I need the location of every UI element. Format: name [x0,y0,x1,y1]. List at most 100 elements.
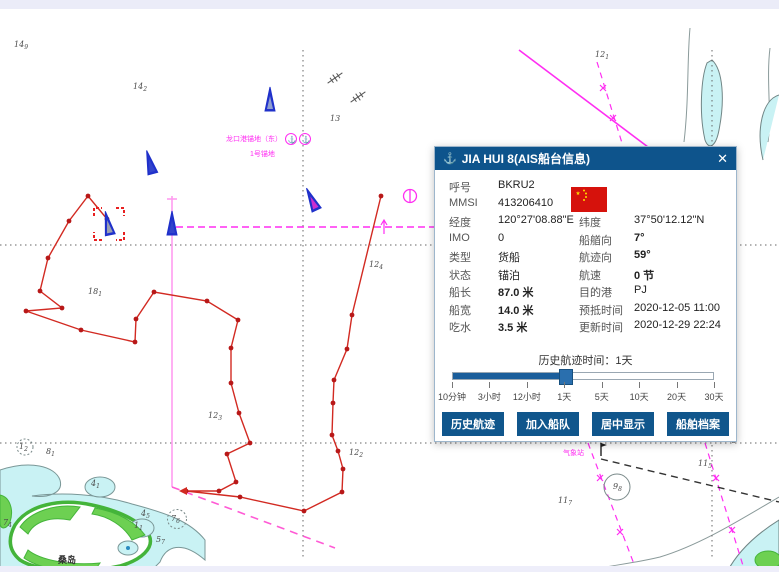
track-point[interactable] [217,489,222,494]
depth-sounding: 115 [698,459,712,470]
slider-label: 历史航迹时间：1天 [435,352,736,368]
field-label: IMO [449,232,470,244]
tick-label-4: 5天 [595,390,609,403]
field-label: 类型 [449,249,471,265]
track-point[interactable] [46,256,51,261]
bottom-strip [0,566,779,572]
place-label: 桑岛 [57,554,76,565]
station-icon [601,443,607,447]
info-row: 状态 锚泊 航速 0 节 [435,267,736,285]
field-label: 航速 [579,267,601,283]
field-value: 120°27'08.88"E [498,214,574,226]
field-label: 预抵时间 [579,302,623,318]
track-point[interactable] [238,495,243,500]
panel-title: JIA HUI 8(AIS船台信息) [462,150,717,167]
field-value: 2020-12-05 11:00 [634,302,720,314]
action-button-0[interactable]: 历史航迹 [442,412,504,436]
track-point[interactable] [67,219,72,224]
track-point[interactable] [345,347,350,352]
track-point[interactable] [330,433,335,438]
track-point[interactable] [152,290,157,295]
tick-mark [564,382,565,388]
track-point[interactable] [234,480,239,485]
action-button-1[interactable]: 加入船队 [517,412,579,436]
info-row: 吃水3.5 米更新时间2020-12-29 22:24 [435,319,736,337]
panel-buttons: 历史航迹加入船队居中显示船舶档案 [435,412,736,436]
action-button-3[interactable]: 船舶档案 [667,412,729,436]
track-point[interactable] [24,309,29,314]
action-button-2[interactable]: 居中显示 [592,412,654,436]
panel-header: ⚓ JIA HUI 8(AIS船台信息) ✕ [435,147,736,170]
tick-mark [489,382,490,388]
ship[interactable] [265,87,275,111]
field-value: 59° [634,249,651,261]
depth-sounding: 124 [369,260,383,271]
ship[interactable] [142,149,158,175]
depth-sounding: 121 [595,50,609,61]
top-strip [0,0,779,9]
field-label: MMSI [449,197,478,209]
field-label: 船艏向 [579,232,612,248]
depth-sounding: 123 [208,411,222,422]
track-point[interactable] [133,340,138,345]
field-value: PJ [634,284,647,296]
pond [85,477,115,497]
slider-ticks [452,382,714,390]
ship[interactable] [167,211,177,235]
info-row: IMO0船艏向7° [435,232,736,250]
shallow-patch [701,60,722,146]
track-point[interactable] [205,299,210,304]
field-value: 87.0 米 [498,284,533,300]
slider-track[interactable] [452,372,714,380]
track-point[interactable] [302,509,307,514]
track-point[interactable] [331,401,336,406]
track-point[interactable] [79,328,84,333]
tick-mark [452,382,453,388]
field-label: 更新时间 [579,319,623,335]
info-row: 类型货船航迹向59° [435,249,736,267]
tick-label-7: 30天 [704,390,723,403]
ship[interactable] [302,186,321,212]
field-value: 锚泊 [498,267,520,283]
china-flag [571,187,607,212]
cable-line [588,443,637,572]
track-point[interactable] [225,452,230,457]
track-point[interactable] [229,346,234,351]
track-point[interactable] [134,317,139,322]
track-point[interactable] [60,306,65,311]
depth-sounding: 117 [558,496,572,507]
field-value: BKRU2 [498,179,535,191]
anchorage-label: 1号锚地 [250,149,275,158]
station-label: 气象站 [563,448,584,457]
anchorage-label: 龙口港锚地（东） [226,134,282,143]
info-row: 船长87.0 米目的港PJ [435,284,736,302]
depth-sounding: 98 [613,482,622,493]
info-row: 船宽14.0 米预抵时间2020-12-05 11:00 [435,302,736,320]
field-value: 0 节 [634,267,654,283]
track-point[interactable] [341,467,346,472]
tick-mark [527,382,528,388]
shallow-patch [760,95,779,160]
track-point[interactable] [86,194,91,199]
track-point[interactable] [248,441,253,446]
field-label: 船宽 [449,302,471,318]
field-label: 呼号 [449,179,471,195]
tick-mark [714,382,715,388]
slider-fill [453,373,565,379]
cable-line [597,62,622,143]
track-point[interactable] [237,411,242,416]
track-point[interactable] [38,289,43,294]
field-label: 状态 [449,267,471,283]
track-point[interactable] [340,490,345,495]
track-point[interactable] [229,381,234,386]
tick-label-5: 10天 [630,390,649,403]
close-icon[interactable]: ✕ [717,152,728,165]
track-point[interactable] [379,194,384,199]
depth-sounding: 149 [14,40,28,51]
field-label: 船长 [449,284,471,300]
track-point[interactable] [336,449,341,454]
track-point[interactable] [236,318,241,323]
track-point[interactable] [332,378,337,383]
field-label: 吃水 [449,319,471,335]
track-point[interactable] [350,313,355,318]
